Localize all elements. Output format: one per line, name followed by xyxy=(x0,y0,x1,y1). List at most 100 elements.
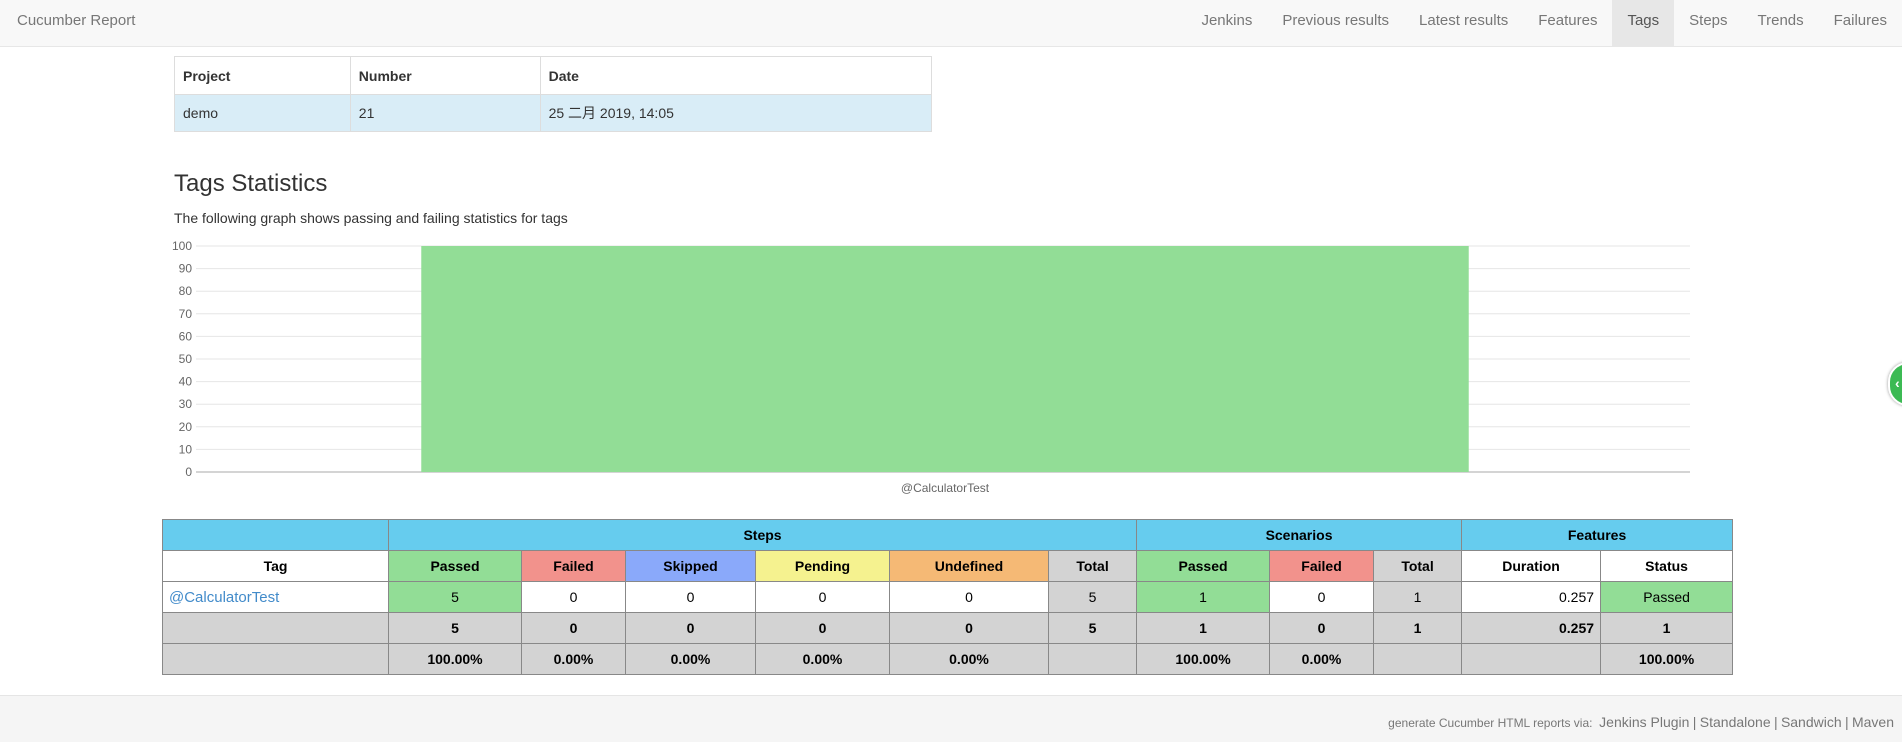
footer-link-maven[interactable]: Maven xyxy=(1852,714,1894,730)
row-steps-total: 5 xyxy=(1047,581,1138,613)
footer-prefix: generate Cucumber HTML reports via: xyxy=(1388,716,1593,730)
col-steps-total[interactable]: Total xyxy=(1047,550,1138,582)
y-tick-label: 70 xyxy=(179,307,193,321)
footer-separator: | xyxy=(1773,714,1778,730)
table-row: @CalculatorTest 5 0 0 0 0 5 1 0 1 0.257 … xyxy=(162,581,1734,613)
percent-steps-total xyxy=(1047,643,1138,675)
footer-link-standalone[interactable]: Standalone xyxy=(1700,714,1771,730)
col-steps-failed[interactable]: Failed xyxy=(521,550,626,582)
percent-steps-undefined: 0.00% xyxy=(889,643,1049,675)
row-scenarios-failed: 0 xyxy=(1269,581,1375,613)
y-tick-label: 30 xyxy=(179,397,193,411)
totals-steps-undefined: 0 xyxy=(889,612,1049,644)
percent-label xyxy=(162,643,389,675)
totals-steps-passed: 5 xyxy=(388,612,522,644)
page-title: Tags Statistics xyxy=(174,170,328,197)
col-steps-passed[interactable]: Passed xyxy=(388,550,522,582)
nav-trends[interactable]: Trends xyxy=(1743,0,1819,46)
x-tick-label: @CalculatorTest xyxy=(901,481,990,495)
y-tick-label: 100 xyxy=(172,239,192,253)
y-tick-label: 60 xyxy=(179,329,193,343)
totals-steps-pending: 0 xyxy=(755,612,890,644)
y-tick-label: 20 xyxy=(179,420,193,434)
column-header-row: Tag Passed Failed Skipped Pending Undefi… xyxy=(162,550,1734,582)
row-steps-undefined: 0 xyxy=(889,581,1049,613)
totals-row: 5 0 0 0 0 5 1 0 1 0.257 1 xyxy=(162,612,1734,644)
nav-failures[interactable]: Failures xyxy=(1819,0,1902,46)
totals-label xyxy=(162,612,389,644)
percent-steps-skipped: 0.00% xyxy=(625,643,756,675)
col-scenarios-passed[interactable]: Passed xyxy=(1136,550,1271,582)
nav-previous-results[interactable]: Previous results xyxy=(1267,0,1404,46)
col-steps-pending[interactable]: Pending xyxy=(755,550,890,582)
y-tick-label: 0 xyxy=(185,465,192,479)
row-duration: 0.257 xyxy=(1461,581,1602,613)
col-steps-undefined[interactable]: Undefined xyxy=(889,550,1049,582)
side-widget-icon: ‹ xyxy=(1895,375,1900,391)
project-header: Project xyxy=(174,56,351,95)
row-steps-passed: 5 xyxy=(388,581,522,613)
col-duration[interactable]: Duration xyxy=(1461,550,1602,582)
percent-scenarios-passed: 100.00% xyxy=(1136,643,1271,675)
y-tick-label: 10 xyxy=(179,442,193,456)
totals-duration: 0.257 xyxy=(1461,612,1602,644)
number-value: 21 xyxy=(349,94,541,132)
col-scenarios-total[interactable]: Total xyxy=(1373,550,1463,582)
footer-text: generate Cucumber HTML reports via: Jenk… xyxy=(1388,714,1894,730)
group-header-steps: Steps xyxy=(387,519,1138,551)
build-info-table: Project Number Date demo 21 25 二月 2019, … xyxy=(174,56,933,132)
row-scenarios-passed: 1 xyxy=(1136,581,1271,613)
brand-title[interactable]: Cucumber Report xyxy=(17,0,135,47)
group-header-scenarios: Scenarios xyxy=(1136,519,1463,551)
navbar: Cucumber Report Jenkins Previous results… xyxy=(0,0,1902,47)
build-row: demo 21 25 二月 2019, 14:05 xyxy=(174,94,933,132)
row-status: Passed xyxy=(1600,581,1734,613)
percent-steps-failed: 0.00% xyxy=(521,643,626,675)
nav-tags[interactable]: Tags xyxy=(1612,0,1675,46)
totals-steps-failed: 0 xyxy=(521,612,626,644)
footer-separator: | xyxy=(1844,714,1849,730)
footer-link-jenkins-plugin[interactable]: Jenkins Plugin xyxy=(1599,714,1689,730)
totals-steps-total: 5 xyxy=(1047,612,1138,644)
side-widget-button[interactable]: ‹ xyxy=(1888,362,1902,406)
bar-passed xyxy=(421,246,1469,472)
col-status[interactable]: Status xyxy=(1600,550,1734,582)
totals-steps-skipped: 0 xyxy=(625,612,756,644)
footer-separator: | xyxy=(1692,714,1697,730)
percent-row: 100.00% 0.00% 0.00% 0.00% 0.00% 100.00% … xyxy=(162,643,1734,675)
footer-link-sandwich[interactable]: Sandwich xyxy=(1781,714,1842,730)
nav-latest-results[interactable]: Latest results xyxy=(1404,0,1523,46)
date-header: Date xyxy=(539,56,933,95)
tags-stats-table: Steps Scenarios Features Tag Passed Fail… xyxy=(162,519,1734,675)
percent-duration xyxy=(1461,643,1602,675)
nav-steps[interactable]: Steps xyxy=(1674,0,1742,46)
tags-chart: 1009080706050403020100@CalculatorTest xyxy=(172,239,1690,495)
project-value: demo xyxy=(174,94,351,132)
percent-scenarios-failed: 0.00% xyxy=(1269,643,1375,675)
y-tick-label: 90 xyxy=(179,262,193,276)
row-scenarios-total: 1 xyxy=(1373,581,1463,613)
percent-steps-passed: 100.00% xyxy=(388,643,522,675)
col-steps-skipped[interactable]: Skipped xyxy=(625,550,756,582)
col-tag[interactable]: Tag xyxy=(162,550,389,582)
date-value: 25 二月 2019, 14:05 xyxy=(539,94,933,132)
totals-scenarios-passed: 1 xyxy=(1136,612,1271,644)
tag-link[interactable]: @CalculatorTest xyxy=(169,589,279,606)
row-steps-skipped: 0 xyxy=(625,581,756,613)
totals-status: 1 xyxy=(1600,612,1734,644)
totals-scenarios-total: 1 xyxy=(1373,612,1463,644)
totals-scenarios-failed: 0 xyxy=(1269,612,1375,644)
footer: generate Cucumber HTML reports via: Jenk… xyxy=(0,695,1902,742)
group-header-features: Features xyxy=(1461,519,1734,551)
build-header-row: Project Number Date xyxy=(174,56,933,95)
nav-menu: Jenkins Previous results Latest results … xyxy=(1186,0,1902,47)
number-header: Number xyxy=(349,56,541,95)
nav-jenkins[interactable]: Jenkins xyxy=(1186,0,1267,46)
tag-cell: @CalculatorTest xyxy=(162,581,389,613)
col-scenarios-failed[interactable]: Failed xyxy=(1269,550,1375,582)
y-tick-label: 50 xyxy=(179,352,193,366)
group-header-empty xyxy=(162,519,389,551)
nav-features[interactable]: Features xyxy=(1523,0,1612,46)
percent-scenarios-total xyxy=(1373,643,1463,675)
group-header-row: Steps Scenarios Features xyxy=(162,519,1734,551)
